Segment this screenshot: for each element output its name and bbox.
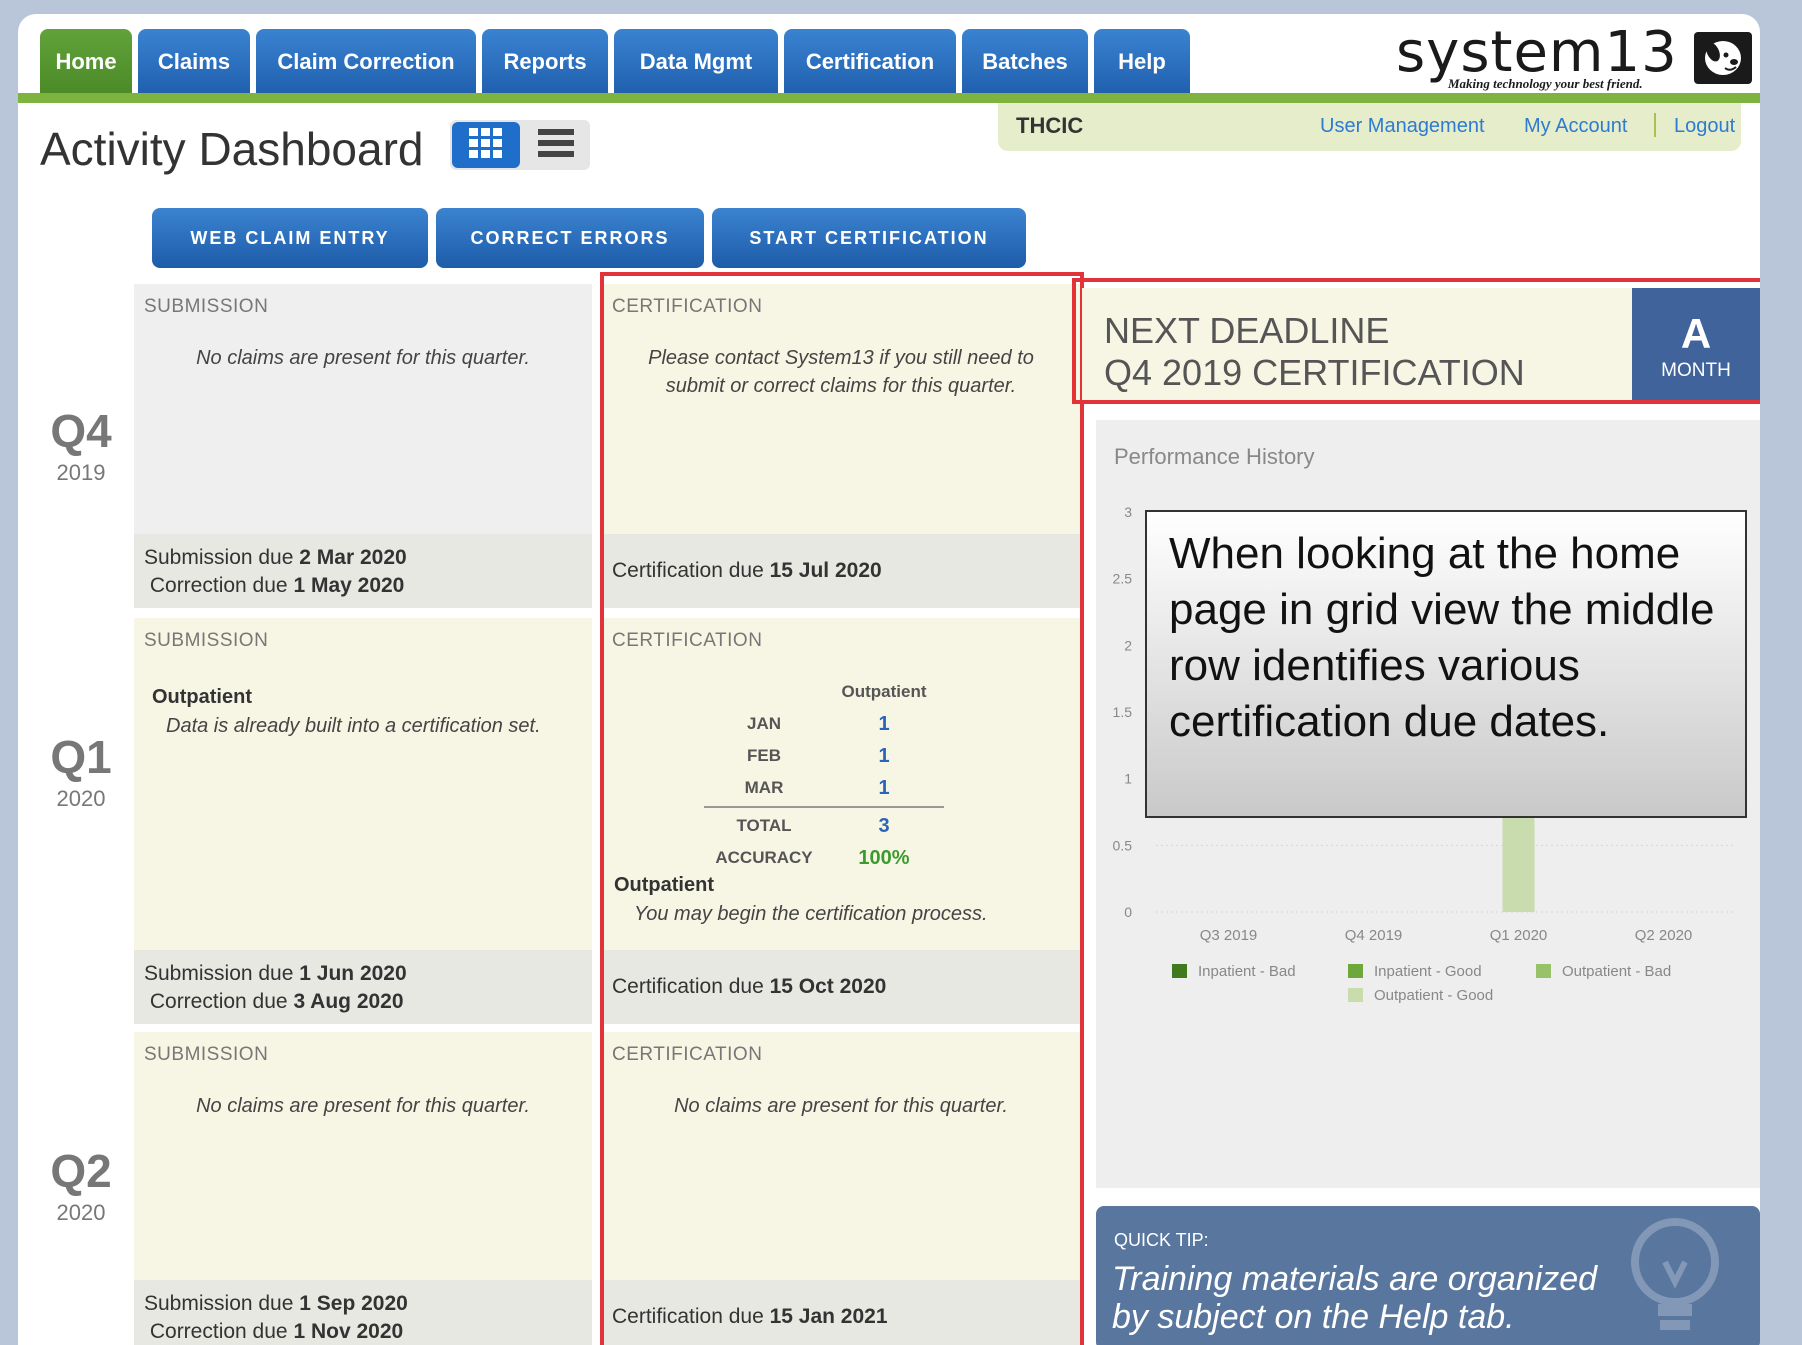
y-tick-label: 0.5: [1113, 837, 1133, 853]
submission-due-date: 1 Jun 2020: [299, 962, 407, 985]
legend-label: Outpatient - Good: [1374, 987, 1493, 1004]
start-certification-button[interactable]: START CERTIFICATION: [712, 208, 1026, 268]
certification-column-highlight: [600, 272, 1084, 1345]
list-view-icon: [538, 127, 574, 164]
due-label: Correction due: [149, 1320, 288, 1343]
quarter-label-q4: Q4 2019: [36, 404, 126, 486]
tab-batches[interactable]: Batches: [962, 29, 1088, 95]
page-title: Activity Dashboard: [40, 123, 424, 175]
main-nav: Home Claims Claim Correction Reports Dat…: [40, 29, 1196, 95]
correction-due-date: 1 May 2020: [293, 574, 405, 597]
correction-due-date: 3 Aug 2020: [293, 990, 404, 1013]
cell-heading: SUBMISSION: [144, 296, 269, 317]
app-window: Home Claims Claim Correction Reports Dat…: [18, 14, 1760, 1345]
due-dates: Submission due 2 Mar 2020 Correction due…: [134, 534, 592, 608]
web-claim-entry-button[interactable]: WEB CLAIM ENTRY: [152, 208, 428, 268]
due-label: Correction due: [149, 990, 288, 1013]
submission-due-date: 2 Mar 2020: [299, 546, 407, 569]
user-management-link[interactable]: User Management: [1320, 115, 1485, 138]
submission-message: No claims are present for this quarter.: [196, 1095, 530, 1117]
submission-message: No claims are present for this quarter.: [196, 347, 530, 369]
logo-tagline: Making technology your best friend.: [1448, 76, 1643, 91]
tab-reports[interactable]: Reports: [482, 29, 608, 95]
due-dates: Submission due 1 Jun 2020 Correction due…: [134, 950, 592, 1024]
legend-swatch: [1536, 964, 1551, 978]
instruction-callout: When looking at the home page in grid vi…: [1145, 510, 1747, 818]
y-tick-label: 2: [1124, 637, 1132, 653]
legend-swatch: [1348, 964, 1363, 978]
tab-certification[interactable]: Certification: [784, 29, 956, 95]
q4-submission-cell: SUBMISSION No claims are present for thi…: [134, 284, 592, 608]
y-tick-label: 0: [1124, 904, 1132, 920]
tab-help[interactable]: Help: [1094, 29, 1190, 95]
logout-link[interactable]: Logout: [1674, 115, 1735, 138]
quarter-year: 2020: [56, 786, 106, 811]
y-tick-label: 1.5: [1113, 704, 1133, 720]
organization-name: THCIC: [1016, 113, 1084, 138]
submission-message: Data is already built into a certificati…: [166, 715, 541, 737]
due-label: Submission due: [144, 546, 294, 569]
legend-swatch: [1348, 988, 1363, 1002]
tab-home[interactable]: Home: [40, 29, 132, 95]
list-view-button[interactable]: [524, 122, 588, 168]
y-tick-label: 2.5: [1113, 571, 1133, 587]
cell-heading: SUBMISSION: [144, 1044, 269, 1065]
x-tick-label: Q2 2020: [1635, 927, 1693, 944]
submission-type: Outpatient: [152, 686, 252, 708]
quarter-name: Q4: [50, 405, 112, 457]
legend-label: Inpatient - Good: [1374, 963, 1482, 980]
due-label: Submission due: [144, 1292, 294, 1315]
due-label: Submission due: [144, 962, 294, 985]
legend-swatch: [1172, 964, 1187, 978]
submission-due-date: 1 Sep 2020: [299, 1292, 408, 1315]
tab-claims[interactable]: Claims: [138, 29, 250, 95]
tab-data-mgmt[interactable]: Data Mgmt: [614, 29, 778, 95]
correct-errors-button[interactable]: CORRECT ERRORS: [436, 208, 704, 268]
due-dates: Submission due 1 Sep 2020 Correction due…: [134, 1280, 592, 1345]
link-separator: [1654, 113, 1656, 137]
y-tick-label: 3: [1124, 504, 1132, 520]
tab-claim-correction[interactable]: Claim Correction: [256, 29, 476, 95]
x-tick-label: Q3 2019: [1200, 927, 1258, 944]
legend-label: Outpatient - Bad: [1562, 963, 1671, 980]
quick-tip-label: QUICK TIP:: [1114, 1230, 1209, 1250]
my-account-link[interactable]: My Account: [1524, 115, 1627, 138]
system13-logo[interactable]: system13 Making technology your best fri…: [1396, 20, 1758, 100]
grid-view-icon: [467, 126, 505, 165]
legend-label: Inpatient - Bad: [1198, 963, 1296, 980]
deadline-highlight: [1072, 278, 1760, 404]
q2-submission-cell: SUBMISSION No claims are present for thi…: [134, 1032, 592, 1345]
quarter-name: Q2: [50, 1145, 112, 1197]
quick-tip-panel: QUICK TIP: Training materials are organi…: [1096, 1206, 1760, 1345]
account-bar: THCIC User Management My Account Logout: [998, 103, 1741, 151]
cell-heading: SUBMISSION: [144, 630, 269, 651]
quarter-year: 2020: [56, 1200, 106, 1225]
quick-tip-text: Training materials are organized by subj…: [1112, 1260, 1598, 1336]
y-tick-label: 1: [1124, 771, 1132, 787]
quarter-year: 2019: [56, 460, 106, 485]
q1-submission-cell: SUBMISSION Outpatient Data is already bu…: [134, 618, 592, 1024]
due-label: Correction due: [149, 574, 288, 597]
x-tick-label: Q1 2020: [1490, 927, 1548, 944]
correction-due-date: 1 Nov 2020: [293, 1320, 404, 1343]
quarter-name: Q1: [50, 731, 112, 783]
dog-icon: [1694, 32, 1752, 84]
quarter-label-q2: Q2 2020: [36, 1144, 126, 1226]
quarter-label-q1: Q1 2020: [36, 730, 126, 812]
x-tick-label: Q4 2019: [1345, 927, 1403, 944]
view-toggle: [450, 120, 590, 170]
grid-view-button[interactable]: [452, 122, 520, 168]
